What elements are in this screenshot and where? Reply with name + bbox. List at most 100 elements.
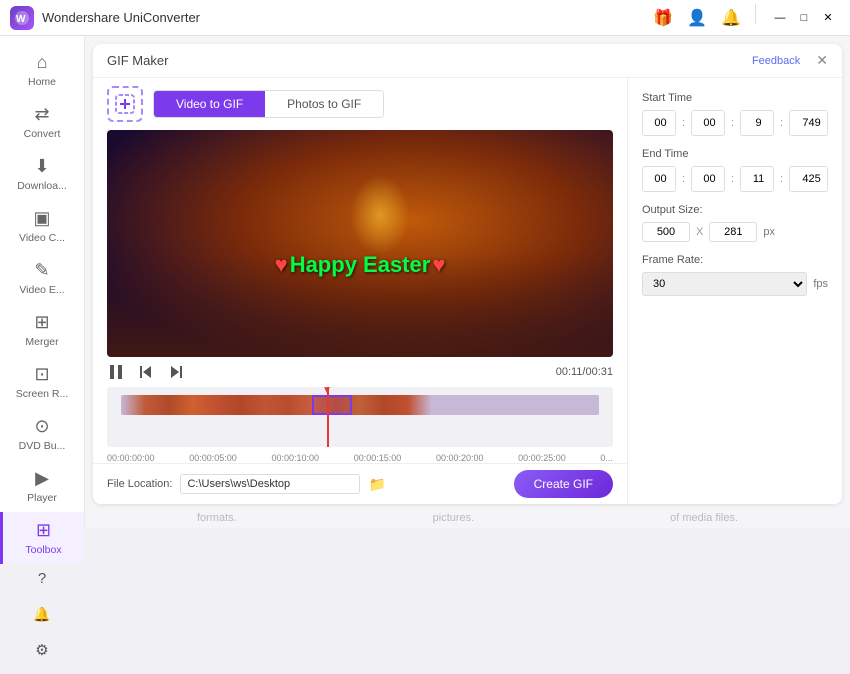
svg-text:W: W (16, 14, 26, 25)
file-location-input[interactable] (180, 474, 360, 494)
settings-btn[interactable]: ⚙ (28, 636, 56, 664)
ruler-tick-4: 00:00:20:00 (436, 453, 484, 463)
tab-group: Video to GIF Photos to GIF (153, 90, 384, 118)
frame-rate-label: Frame Rate: (642, 254, 828, 266)
close-btn[interactable]: ✕ (816, 6, 840, 30)
frame-rate-section: Frame Rate: 30 15 24 60 fps (642, 254, 828, 296)
download-icon: ⬇ (34, 156, 49, 177)
footer-text-1: pictures. (433, 512, 475, 524)
maximize-btn[interactable]: □ (792, 6, 816, 30)
create-gif-btn[interactable]: Create GIF (514, 470, 613, 498)
sidebar-item-video-compress[interactable]: ▣ Video C... (0, 200, 84, 252)
start-time-label: Start Time (642, 92, 828, 104)
video-preview: ♥Happy Easter♥ (107, 130, 613, 357)
size-row: X px (642, 222, 828, 242)
end-min-input[interactable] (692, 167, 725, 191)
toolbox-icon: ⊞ (36, 520, 51, 541)
tab-video-to-gif[interactable]: Video to GIF (154, 91, 265, 117)
start-hour-input[interactable] (643, 111, 676, 135)
sidebar-item-convert[interactable]: ⇄ Convert (0, 96, 84, 148)
app-logo: W (10, 6, 34, 30)
gif-tabs-row: Video to GIF Photos to GIF (93, 78, 627, 130)
sidebar-label-player: Player (27, 492, 57, 504)
end-time-section: End Time ▲ ▼ : (642, 148, 828, 192)
footer-text-2: of media files. (670, 512, 738, 524)
ruler-tick-2: 00:00:10:00 (271, 453, 319, 463)
folder-browse-btn[interactable]: 📁 (368, 476, 385, 493)
x-separator: X (696, 226, 703, 238)
end-ms-input[interactable] (790, 167, 828, 191)
user-icon-btn[interactable]: 👤 (683, 4, 711, 32)
sidebar-label-videoe: Video E... (19, 284, 64, 296)
sidebar-item-screen-recorder[interactable]: ⊡ Screen R... (0, 356, 84, 408)
start-ms-spinner: ▲ ▼ (789, 110, 828, 136)
bell-icon-btn[interactable]: 🔔 (717, 4, 745, 32)
heart-left-icon: ♥ (275, 252, 288, 277)
start-hour-spinner: ▲ ▼ (642, 110, 676, 136)
end-hour-input[interactable] (643, 167, 676, 191)
ruler-tick-1: 00:00:05:00 (189, 453, 237, 463)
add-media-btn[interactable] (107, 86, 143, 122)
start-sec-spinner: ▲ ▼ (740, 110, 774, 136)
title-bar: W Wondershare UniConverter 🎁 👤 🔔 — □ ✕ (0, 0, 850, 36)
heart-right-icon: ♥ (432, 252, 445, 277)
timeline-selection[interactable] (312, 395, 352, 415)
px-label: px (763, 226, 775, 238)
sidebar-label-dvd: DVD Bu... (19, 440, 66, 452)
bottom-bar: File Location: 📁 Create GIF (93, 463, 627, 504)
player-icon: ▶ (35, 468, 49, 489)
sidebar-label-toolbox: Toolbox (25, 544, 61, 556)
sidebar-item-merger[interactable]: ⊞ Merger (0, 304, 84, 356)
sidebar-item-download[interactable]: ⬇ Downloa... (0, 148, 84, 200)
gif-maker-header: GIF Maker Feedback ✕ (93, 44, 842, 78)
start-min-input[interactable] (692, 111, 725, 135)
close-gif-maker-btn[interactable]: ✕ (816, 52, 828, 69)
ruler-tick-5: 00:00:25:00 (518, 453, 566, 463)
sidebar-label-screenr: Screen R... (16, 388, 69, 400)
prev-frame-btn[interactable] (137, 363, 155, 381)
next-frame-btn[interactable] (167, 363, 185, 381)
main-content: GIF Maker Feedback ✕ (85, 36, 850, 528)
tab-photos-to-gif[interactable]: Photos to GIF (265, 91, 383, 117)
end-time-label: End Time (642, 148, 828, 160)
gift-icon-btn[interactable]: 🎁 (649, 4, 677, 32)
file-location-label: File Location: (107, 478, 172, 490)
merger-icon: ⊞ (34, 312, 49, 333)
add-icon (115, 94, 135, 114)
gif-left-panel: Video to GIF Photos to GIF ♥Happy Easter… (93, 78, 628, 504)
start-ms-input[interactable] (790, 111, 828, 135)
feedback-link[interactable]: Feedback (752, 55, 800, 67)
video-edit-icon: ✎ (34, 260, 49, 281)
pause-btn[interactable] (107, 363, 125, 381)
fps-unit-label: fps (813, 278, 828, 290)
end-hour-spinner: ▲ ▼ (642, 166, 676, 192)
fps-select[interactable]: 30 15 24 60 (642, 272, 807, 296)
sidebar-label-convert: Convert (24, 128, 61, 140)
height-input[interactable] (709, 222, 757, 242)
sidebar: ⌂ Home ⇄ Convert ⬇ Downloa... ▣ Video C.… (0, 36, 85, 528)
pause-icon (107, 363, 125, 381)
end-sec-spinner: ▲ ▼ (740, 166, 774, 192)
end-min-spinner: ▲ ▼ (691, 166, 725, 192)
end-sec-input[interactable] (741, 167, 774, 191)
gif-settings-panel: Start Time ▲ ▼ : (628, 78, 842, 504)
sidebar-item-player[interactable]: ▶ Player (0, 460, 84, 512)
start-time-section: Start Time ▲ ▼ : (642, 92, 828, 136)
end-ms-spinner: ▲ ▼ (789, 166, 828, 192)
notifications-btn[interactable]: 🔔 (28, 600, 56, 628)
sidebar-item-home[interactable]: ⌂ Home (0, 44, 84, 96)
timeline-ruler: 00:00:00:00 00:00:05:00 00:00:10:00 00:0… (93, 453, 627, 463)
minimize-btn[interactable]: — (768, 6, 792, 30)
playback-controls: 00:11/00:31 (93, 357, 627, 387)
help-btn[interactable]: ? (28, 564, 56, 592)
time-display: 00:11/00:31 (556, 366, 613, 378)
timeline[interactable] (107, 387, 613, 447)
width-input[interactable] (642, 222, 690, 242)
sidebar-item-video-edit[interactable]: ✎ Video E... (0, 252, 84, 304)
sidebar-item-toolbox[interactable]: ⊞ Toolbox (0, 512, 84, 564)
sidebar-label-download: Downloa... (17, 180, 67, 192)
ruler-tick-0: 00:00:00:00 (107, 453, 155, 463)
dvd-icon: ⊙ (34, 416, 49, 437)
start-sec-input[interactable] (741, 111, 774, 135)
sidebar-item-dvd-burner[interactable]: ⊙ DVD Bu... (0, 408, 84, 460)
